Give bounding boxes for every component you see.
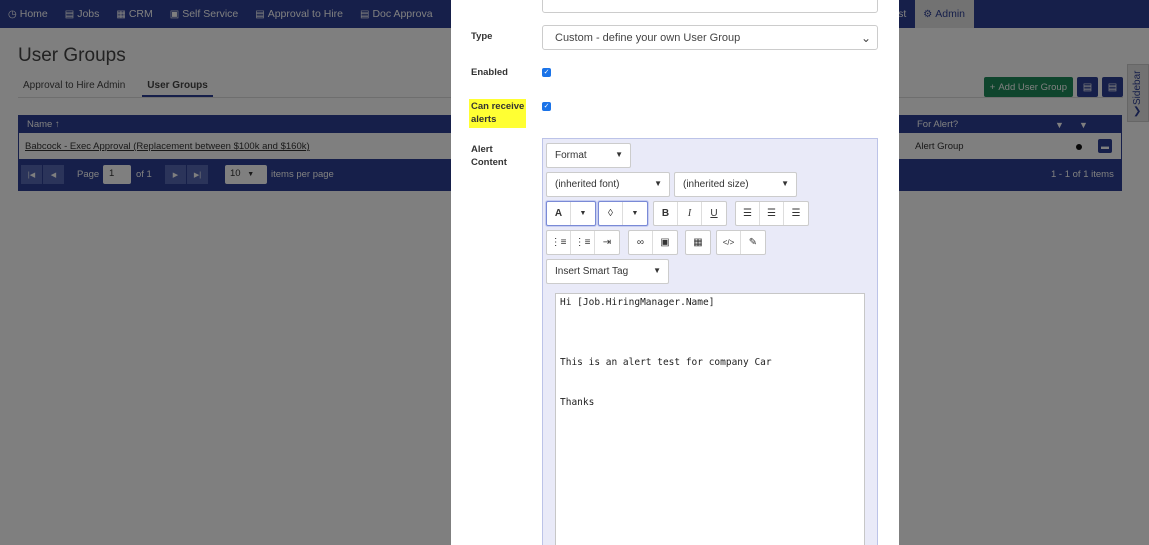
chevron-down-icon[interactable]: ▼ xyxy=(571,202,595,225)
user-group-dialog: Type Custom - define your own User Group… xyxy=(451,0,899,545)
can-receive-alerts-label: Can receive alerts xyxy=(469,99,527,128)
alert-content-line-2: Content xyxy=(471,156,507,168)
alert-content-editor[interactable]: Hi [Job.HiringManager.Name] This is an a… xyxy=(555,293,865,545)
content-line: This is an alert test for company Car xyxy=(560,357,772,368)
background-color-group: ◊ ▼ xyxy=(598,201,648,226)
chevron-down-icon: ▼ xyxy=(654,179,662,188)
italic-icon[interactable]: I xyxy=(678,202,702,225)
paint-drop-icon[interactable]: ◊ xyxy=(599,202,623,225)
font-color-group: A ▼ xyxy=(546,201,596,226)
font-color-icon[interactable]: A xyxy=(547,202,571,225)
clear-format-icon[interactable]: ✎ xyxy=(741,231,765,254)
chevron-down-icon[interactable]: ▼ xyxy=(623,202,647,225)
font-size-value: (inherited size) xyxy=(683,179,749,190)
chevron-down-icon: ▼ xyxy=(653,266,661,275)
enabled-label: Enabled xyxy=(471,67,508,78)
numbered-list-icon[interactable]: ⋮≡ xyxy=(571,231,595,254)
type-label: Type xyxy=(471,31,493,42)
indent-icon[interactable]: ⇥ xyxy=(595,231,619,254)
align-center-icon[interactable]: ☰ xyxy=(760,202,784,225)
bulleted-list-icon[interactable]: ⋮≡ xyxy=(547,231,571,254)
smart-tag-label: Insert Smart Tag xyxy=(555,266,629,277)
list-group: ⋮≡ ⋮≡ ⇥ xyxy=(546,230,620,255)
table-group: ▦ xyxy=(685,230,711,255)
font-family-dropdown[interactable]: (inherited font) ▼ xyxy=(546,172,670,197)
content-line: Hi [Job.HiringManager.Name] xyxy=(560,297,715,308)
underline-icon[interactable]: U xyxy=(702,202,726,225)
alerts-label-line-1: Can receive xyxy=(471,101,525,112)
type-select-value: Custom - define your own User Group xyxy=(555,32,741,44)
image-icon[interactable]: ▣ xyxy=(653,231,677,254)
table-icon[interactable]: ▦ xyxy=(686,231,710,254)
chevron-down-icon: ▼ xyxy=(781,179,789,188)
format-label: Format xyxy=(555,150,587,161)
insert-group: ∞ ▣ xyxy=(628,230,678,255)
align-group: ☰ ☰ ☰ xyxy=(735,201,809,226)
chevron-down-icon: ▼ xyxy=(615,150,623,159)
code-view-icon[interactable]: </> xyxy=(717,231,741,254)
link-icon[interactable]: ∞ xyxy=(629,231,653,254)
align-left-icon[interactable]: ☰ xyxy=(736,202,760,225)
bold-icon[interactable]: B xyxy=(654,202,678,225)
insert-smart-tag-dropdown[interactable]: Insert Smart Tag ▼ xyxy=(546,259,669,284)
description-textarea[interactable] xyxy=(542,0,878,13)
font-family-value: (inherited font) xyxy=(555,179,620,190)
format-dropdown[interactable]: Format ▼ xyxy=(546,143,631,168)
alert-content-label: Alert Content xyxy=(471,144,507,169)
text-style-group: B I U xyxy=(653,201,727,226)
content-line: Thanks xyxy=(560,397,595,408)
rich-text-editor: Format ▼ (inherited font) ▼ (inherited siz… xyxy=(542,138,878,545)
can-receive-alerts-checkbox[interactable]: ✓ xyxy=(542,102,551,111)
type-select[interactable]: Custom - define your own User Group ⌄ xyxy=(542,25,878,50)
alerts-label-line-2: alerts xyxy=(471,113,497,125)
chevron-down-icon: ⌄ xyxy=(860,31,871,45)
font-size-dropdown[interactable]: (inherited size) ▼ xyxy=(674,172,797,197)
align-right-icon[interactable]: ☰ xyxy=(784,202,808,225)
code-group: </> ✎ xyxy=(716,230,766,255)
enabled-checkbox[interactable]: ✓ xyxy=(542,68,551,77)
alert-content-line-1: Alert xyxy=(471,144,493,155)
